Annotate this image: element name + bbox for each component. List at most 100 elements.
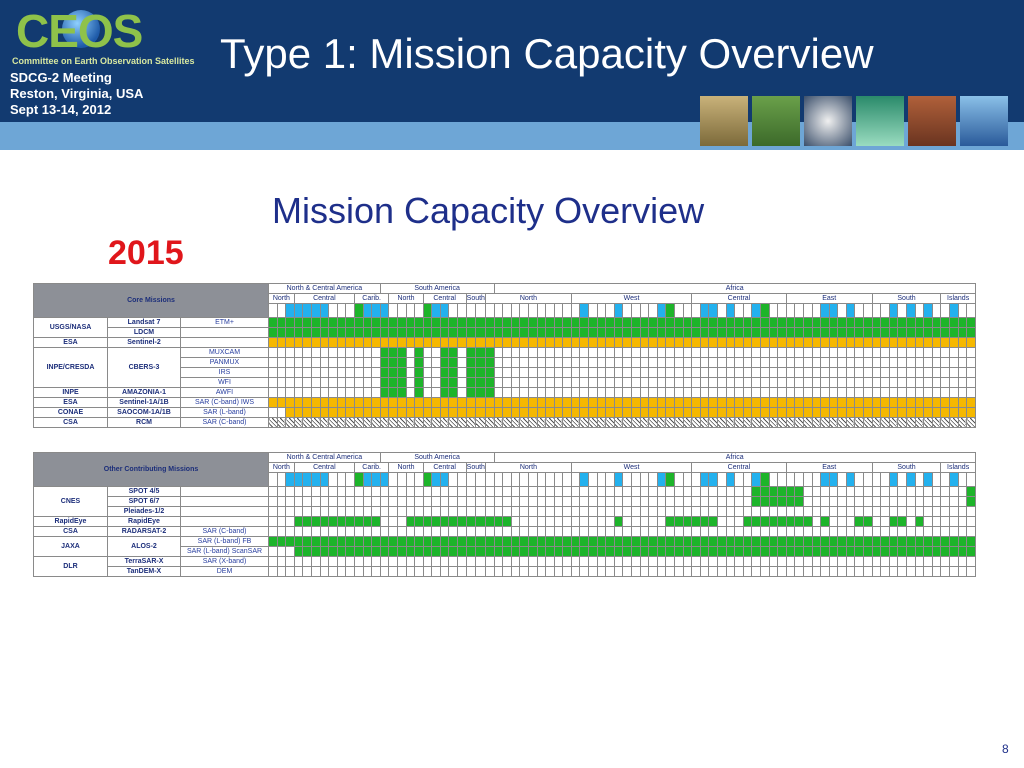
- country-code-cell: [931, 472, 942, 487]
- coverage-cell: [802, 327, 813, 338]
- country-code-cell: [734, 303, 744, 318]
- coverage-cell: [570, 347, 581, 358]
- coverage-cell: [639, 556, 650, 567]
- coverage-cell: [484, 526, 495, 537]
- coverage-cell: [502, 506, 512, 517]
- coverage-cell: [828, 387, 839, 398]
- coverage-cell: [674, 417, 684, 428]
- coverage-cell: [536, 566, 547, 577]
- coverage-cell: [665, 506, 675, 517]
- coverage-cell: [439, 327, 450, 338]
- coverage-cell: [717, 506, 727, 517]
- coverage-cell: [802, 347, 813, 358]
- mission-row: INPE AMAZONIA-1 AWFI: [33, 387, 976, 398]
- coverage-cell: [465, 327, 477, 338]
- coverage-cell: [276, 516, 287, 527]
- coverage-cell: [268, 317, 278, 328]
- coverage-cell: [759, 317, 770, 328]
- coverage-cell: [519, 546, 529, 557]
- coverage-cell: [328, 417, 338, 428]
- coverage-cell: [691, 407, 701, 418]
- coverage-cell: [914, 526, 925, 537]
- coverage-cell: [465, 317, 477, 328]
- coverage-cell: [811, 397, 822, 408]
- coverage-cell: [940, 566, 950, 577]
- coverage-cell: [414, 327, 424, 338]
- coverage-cell: [751, 526, 761, 537]
- coverage-cell: [837, 347, 847, 358]
- coverage-cell: [923, 546, 933, 557]
- coverage-cell: [931, 347, 942, 358]
- coverage-cell: [674, 337, 684, 348]
- coverage-cell: [328, 536, 338, 547]
- coverage-cell: [553, 566, 564, 577]
- meeting-date: Sept 13-14, 2012: [10, 102, 112, 117]
- coverage-cell: [631, 357, 641, 368]
- coverage-cell: [510, 417, 521, 428]
- coverage-cell: [734, 387, 744, 398]
- coverage-cell: [502, 367, 512, 378]
- coverage-cell: [336, 506, 347, 517]
- instrument-cell: SAR (L-band): [180, 407, 269, 418]
- coverage-cell: [448, 556, 459, 567]
- coverage-cell: [422, 546, 433, 557]
- country-code-cell: [422, 472, 433, 487]
- coverage-cell: [897, 417, 908, 428]
- coverage-cell: [353, 506, 364, 517]
- coverage-cell: [302, 367, 312, 378]
- instrument-cell: SAR (L-band) ScanSAR: [180, 546, 269, 557]
- coverage-cell: [405, 387, 416, 398]
- coverage-cell: [742, 486, 753, 497]
- coverage-cell: [414, 377, 424, 388]
- country-code-cell: [536, 472, 547, 487]
- coverage-cell: [871, 377, 882, 388]
- country-code-cell: [588, 472, 598, 487]
- instrument-cell: DEM: [180, 566, 269, 577]
- coverage-cell: [596, 327, 607, 338]
- coverage-cell: [691, 536, 701, 547]
- coverage-cell: [414, 357, 424, 368]
- coverage-cell: [871, 526, 882, 537]
- coverage-cell: [682, 536, 693, 547]
- coverage-cell: [768, 486, 779, 497]
- coverage-cell: [431, 377, 441, 388]
- coverage-cell: [854, 536, 865, 547]
- coverage-cell: [674, 566, 684, 577]
- coverage-cell: [431, 367, 441, 378]
- subregion-header: South: [465, 462, 486, 473]
- country-code-cell: [897, 303, 908, 318]
- coverage-cell: [396, 317, 407, 328]
- coverage-cell: [510, 556, 521, 567]
- coverage-cell: [871, 397, 882, 408]
- coverage-cell: [828, 397, 839, 408]
- coverage-cell: [863, 526, 873, 537]
- coverage-cell: [674, 357, 684, 368]
- coverage-cell: [802, 367, 813, 378]
- country-code-cell: [448, 303, 459, 318]
- coverage-cell: [362, 496, 373, 507]
- country-code-cell: [336, 472, 347, 487]
- country-code-cell: [588, 303, 598, 318]
- coverage-cell: [371, 387, 381, 398]
- coverage-cell: [880, 506, 890, 517]
- coverage-cell: [828, 367, 839, 378]
- coverage-cell: [345, 486, 355, 497]
- coverage-cell: [648, 566, 658, 577]
- country-code-cell: [353, 472, 364, 487]
- country-code-cell: [759, 472, 770, 487]
- coverage-cell: [751, 377, 761, 388]
- coverage-cell: [457, 556, 467, 567]
- coverage-cell: [293, 556, 304, 567]
- coverage-cell: [957, 397, 968, 408]
- coverage-cell: [751, 566, 761, 577]
- instrument-cell: SAR (X-band): [180, 556, 269, 567]
- coverage-cell: [888, 506, 899, 517]
- country-code-cell: [828, 303, 839, 318]
- coverage-cell: [648, 486, 658, 497]
- coverage-cell: [588, 317, 598, 328]
- coverage-cell: [708, 327, 718, 338]
- coverage-cell: [345, 566, 355, 577]
- coverage-cell: [319, 506, 330, 517]
- coverage-cell: [431, 327, 441, 338]
- coverage-cell: [940, 387, 950, 398]
